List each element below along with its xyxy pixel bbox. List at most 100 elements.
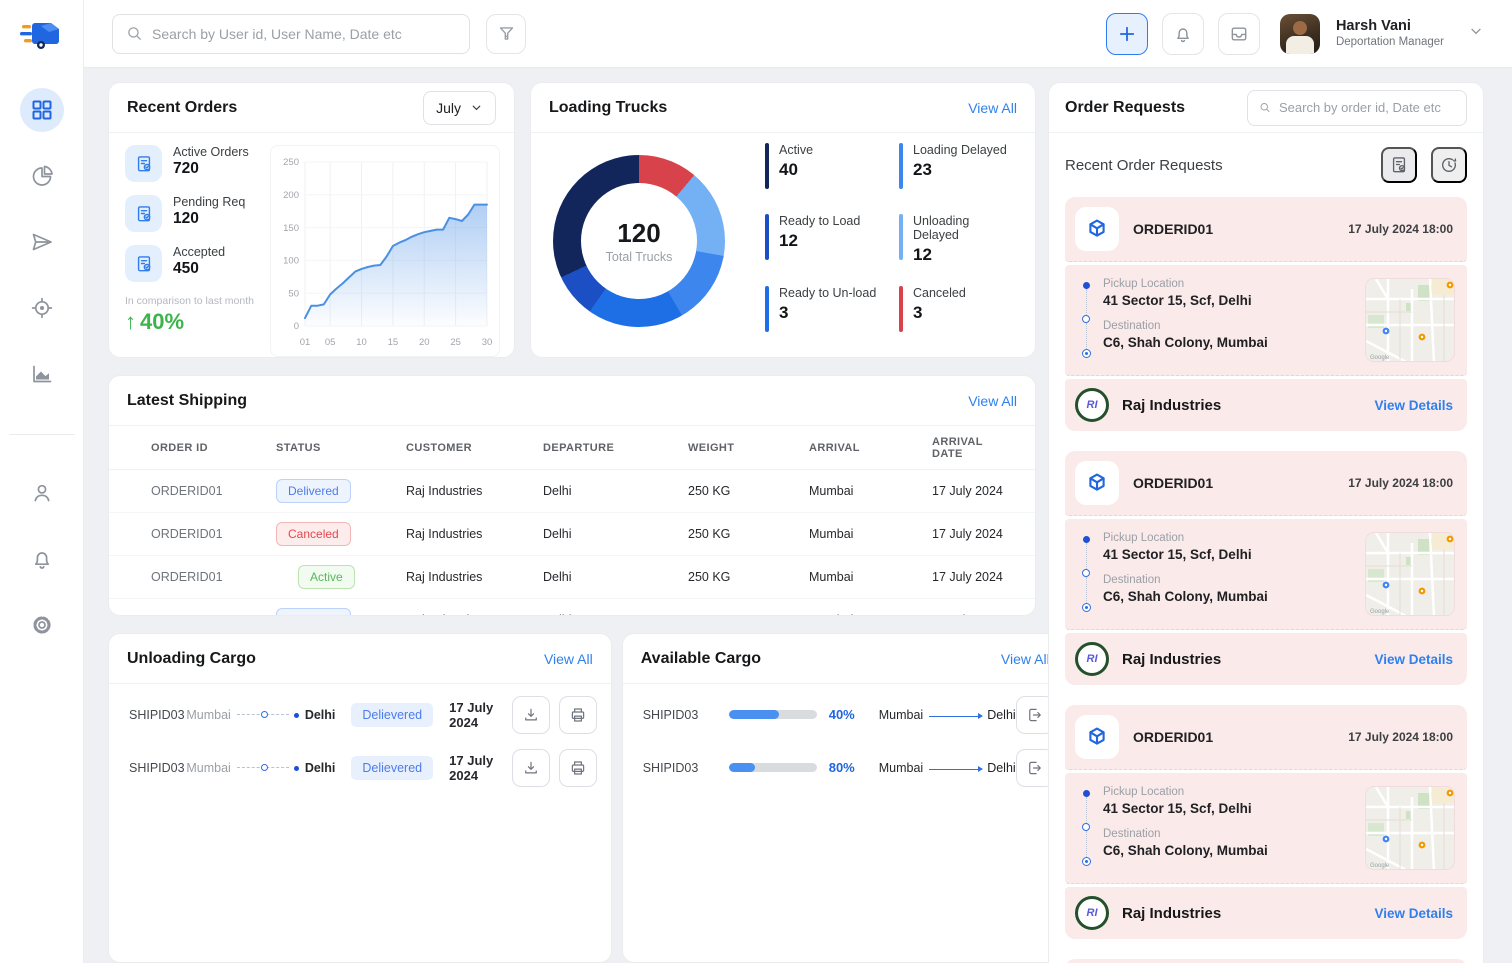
map-thumbnail[interactable]: Google	[1365, 532, 1455, 616]
cell-departure: Delhi	[543, 570, 688, 584]
view-details-link[interactable]: View Details	[1374, 652, 1453, 667]
cargo-date: 17 July 2024	[449, 700, 503, 730]
history-button[interactable]	[1431, 147, 1467, 183]
column-header: ARRIVAL	[809, 442, 932, 454]
cargo-route: Mumbai Delhi	[879, 761, 1016, 775]
map-attribution: Google	[1370, 863, 1390, 869]
pickup-dot-icon	[1083, 282, 1090, 289]
available-cargo-view-all[interactable]: View All	[1001, 651, 1050, 667]
loading-trucks-title: Loading Trucks	[549, 99, 667, 117]
column-header: ARRIVAL DATE	[932, 436, 1015, 460]
cell-arrival-date: 17 July 2024	[932, 527, 1015, 541]
route-arrow-line	[929, 716, 981, 718]
cell-customer: Raj Industries	[406, 570, 543, 584]
sidebar-item-settings[interactable]	[20, 603, 64, 647]
map-thumbnail[interactable]: Google	[1365, 786, 1455, 870]
company-avatar: RI	[1075, 896, 1109, 930]
month-select[interactable]: July	[423, 91, 496, 125]
download-icon	[522, 759, 540, 777]
location-crosshair-icon	[30, 296, 54, 320]
sidebar-item-analytics[interactable]	[20, 154, 64, 198]
content-area: Recent Orders July	[84, 68, 1512, 963]
cell-customer: Raj Industries	[406, 484, 543, 498]
pickup-dot-icon	[1083, 790, 1090, 797]
orders-line-chart: 05010015020025001051015202530	[275, 152, 495, 352]
order-request-card[interactable]: ORDERID01 17 July 2024 18:00	[1065, 959, 1467, 963]
route-dashed-line	[237, 711, 299, 719]
sidebar-item-notifications[interactable]	[20, 537, 64, 581]
inbox-button[interactable]	[1218, 13, 1260, 55]
app-logo[interactable]	[0, 0, 84, 68]
order-id: ORDERID01	[1133, 221, 1213, 237]
document-check-icon	[125, 195, 162, 232]
map-attribution: Google	[1370, 355, 1390, 361]
bell-icon	[1173, 24, 1193, 44]
sidebar-item-reports[interactable]	[20, 352, 64, 396]
latest-shipping-title: Latest Shipping	[127, 392, 247, 410]
table-row[interactable]: ORDERID01 Delivered Raj Industries Delhi…	[109, 599, 1035, 616]
stat-value: 120	[173, 210, 245, 228]
order-requests-search[interactable]	[1247, 90, 1467, 126]
sidebar-item-tracking[interactable]	[20, 286, 64, 330]
notifications-button[interactable]	[1162, 13, 1204, 55]
destination-address: C6, Shah Colony, Mumbai	[1103, 589, 1365, 604]
route-from: Mumbai	[186, 708, 230, 722]
order-request-card[interactable]: ORDERID01 17 July 2024 18:00	[1065, 451, 1467, 685]
clock-history-icon	[1439, 155, 1459, 175]
donut-center: 120 Total Trucks	[581, 183, 697, 299]
order-request-card[interactable]: ORDERID01 17 July 2024 18:00	[1065, 705, 1467, 939]
export-arrow-icon	[1026, 759, 1044, 777]
order-search-input[interactable]	[1279, 100, 1455, 115]
order-requests-panel: Order Requests Recent Order Requests	[1048, 82, 1484, 963]
cargo-date: 17 July 2024	[449, 753, 503, 783]
column-header: STATUS	[276, 442, 406, 454]
loading-trucks-view-all[interactable]: View All	[968, 100, 1017, 116]
view-details-link[interactable]: View Details	[1374, 398, 1453, 413]
search-icon	[1259, 100, 1271, 115]
download-button[interactable]	[512, 696, 550, 734]
sidebar-item-shipments[interactable]	[20, 220, 64, 264]
stat-label: Pending Req	[173, 195, 245, 209]
export-arrow-icon	[1026, 706, 1044, 724]
cell-customer: Raj Industries	[406, 527, 543, 541]
global-search[interactable]	[112, 14, 470, 54]
svg-text:10: 10	[356, 337, 367, 348]
user-avatar[interactable]	[1280, 14, 1320, 54]
filter-button[interactable]	[486, 14, 526, 54]
print-button[interactable]	[559, 749, 597, 787]
unloading-cargo-view-all[interactable]: View All	[544, 651, 593, 667]
main-column: Recent Orders July	[108, 82, 1036, 963]
capacity-percent: 40%	[829, 707, 865, 722]
download-button[interactable]	[512, 749, 550, 787]
user-menu-toggle[interactable]	[1468, 23, 1484, 44]
cell-departure: Delhi	[543, 484, 688, 498]
cell-arrival-date: 17 July 2024	[932, 484, 1015, 498]
unloading-cargo-row: SHIPID03 Mumbai Delhi Delievered 17 July…	[109, 692, 611, 737]
order-request-card[interactable]: ORDERID01 17 July 2024 18:00	[1065, 197, 1467, 431]
search-input[interactable]	[152, 26, 456, 42]
legend-color-bar	[765, 286, 769, 332]
list-view-button[interactable]	[1381, 147, 1417, 183]
print-button[interactable]	[559, 696, 597, 734]
document-check-icon	[125, 245, 162, 282]
latest-shipping-view-all[interactable]: View All	[968, 393, 1017, 409]
status-badge: Active	[298, 565, 355, 589]
unloading-cargo-card: Unloading Cargo View All SHIPID03 Mumbai…	[108, 633, 612, 963]
available-cargo-title: Available Cargo	[641, 650, 761, 668]
legend-value: 12	[913, 245, 1015, 265]
sidebar-item-dashboard[interactable]	[20, 88, 64, 132]
growth-indicator: ↑ 40%	[125, 309, 260, 335]
available-cargo-card: Available Cargo View All SHIPID03 40% Mu…	[622, 633, 1069, 963]
route-to: Delhi	[305, 761, 336, 775]
view-details-link[interactable]: View Details	[1374, 906, 1453, 921]
legend-item: Ready to Un-load 3	[765, 286, 881, 339]
map-thumbnail[interactable]: Google	[1365, 278, 1455, 362]
sidebar-item-profile[interactable]	[20, 471, 64, 515]
add-button[interactable]	[1106, 13, 1148, 55]
legend-color-bar	[899, 214, 903, 260]
order-datetime: 17 July 2024 18:00	[1348, 730, 1453, 744]
table-row[interactable]: ORDERID01 Canceled Raj Industries Delhi …	[109, 513, 1035, 556]
stat-label: Active Orders	[173, 145, 249, 159]
table-row[interactable]: ORDERID01 Active Raj Industries Delhi 25…	[109, 556, 1035, 599]
table-row[interactable]: ORDERID01 Delivered Raj Industries Delhi…	[109, 470, 1035, 513]
